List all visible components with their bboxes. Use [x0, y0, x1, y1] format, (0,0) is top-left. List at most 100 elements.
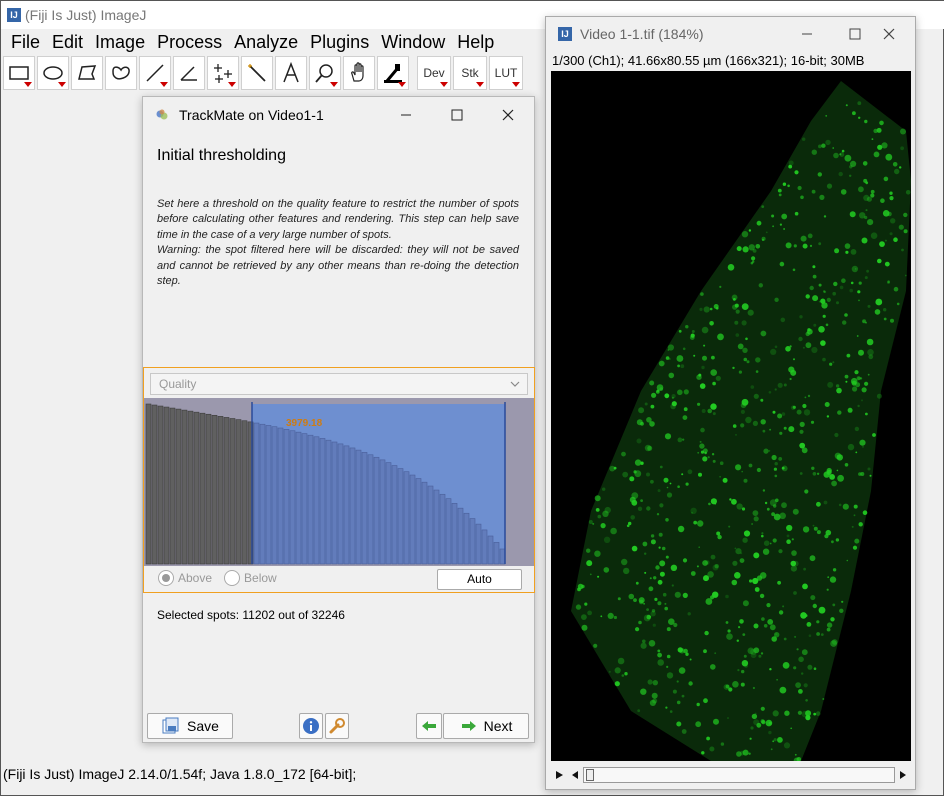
hand-tool[interactable] [343, 56, 375, 90]
stk-label: Stk [461, 66, 479, 80]
histogram-bar [385, 462, 392, 565]
scroll-thumb[interactable] [586, 769, 594, 781]
menu-help[interactable]: Help [451, 32, 500, 53]
lut-tool[interactable]: LUT [489, 56, 523, 90]
settings-button[interactable] [325, 713, 349, 739]
maximize-icon [451, 109, 463, 121]
histogram-bar [253, 422, 260, 565]
video-close-button[interactable] [866, 17, 912, 51]
trackmate-dialog: TrackMate on Video1-1 Initial thresholdi… [142, 96, 535, 743]
histogram-bar [493, 542, 500, 565]
wand-icon [248, 64, 266, 82]
fiji-logo-icon: IJ [558, 27, 572, 41]
radio-below-label: Below [244, 571, 277, 585]
close-button[interactable] [485, 97, 531, 133]
text-icon [283, 61, 299, 83]
rectangle-tool[interactable] [3, 56, 35, 90]
dropper-tool[interactable] [377, 56, 409, 90]
histogram-bar [463, 512, 470, 565]
histogram-bar [487, 535, 494, 565]
scroll-track[interactable] [583, 767, 895, 783]
hand-icon [351, 62, 364, 82]
menu-edit[interactable]: Edit [46, 32, 89, 53]
freehand-icon [112, 66, 130, 80]
polygon-tool[interactable] [71, 56, 103, 90]
description-text: Set here a threshold on the quality feat… [157, 198, 519, 288]
menu-file[interactable]: File [5, 32, 46, 53]
histogram-bar [271, 426, 278, 565]
text-tool[interactable] [275, 56, 307, 90]
radio-above-label: Above [178, 571, 213, 585]
panel-description: Set here a threshold on the quality feat… [157, 197, 519, 289]
histogram-bar [283, 429, 290, 565]
next-button[interactable]: Next [443, 713, 529, 739]
angle-tool[interactable] [173, 56, 205, 90]
image-canvas[interactable] [551, 71, 911, 761]
freehand-tool[interactable] [105, 56, 137, 90]
auto-button[interactable]: Auto [437, 569, 522, 590]
info-button[interactable] [299, 713, 323, 739]
magnifier-tool[interactable] [309, 56, 341, 90]
menubar: File Edit Image Process Analyze Plugins … [1, 30, 500, 54]
minimize-icon [401, 114, 411, 116]
status-bar: (Fiji Is Just) ImageJ 2.14.0/1.54f; Java… [3, 766, 357, 782]
cell-image [571, 81, 911, 761]
histogram-bar [445, 498, 452, 565]
save-button[interactable]: Save [147, 713, 233, 739]
frame-scrollbar[interactable] [551, 766, 911, 784]
panel-heading: Initial thresholding [157, 147, 286, 164]
histogram-bar [469, 518, 476, 565]
oval-tool[interactable] [37, 56, 69, 90]
maximize-icon [849, 28, 861, 40]
menu-window[interactable]: Window [375, 32, 451, 53]
wand-tool[interactable] [241, 56, 273, 90]
menu-plugins[interactable]: Plugins [304, 32, 375, 53]
menu-image[interactable]: Image [89, 32, 151, 53]
polygon-icon [78, 65, 97, 80]
histogram-bar [337, 443, 344, 565]
toolbar: Dev Stk LUT [3, 55, 523, 91]
play-icon[interactable] [551, 766, 567, 784]
histogram-bar [415, 478, 422, 565]
threshold-direction: Above Below [158, 570, 277, 586]
trackmate-logo-icon [156, 109, 168, 120]
histogram-bar [421, 481, 428, 565]
maximize-button[interactable] [434, 97, 480, 133]
menu-analyze[interactable]: Analyze [228, 32, 304, 53]
back-button[interactable] [416, 713, 442, 739]
quality-histogram[interactable]: 3979.18 [144, 398, 534, 566]
histogram-bar [343, 445, 350, 565]
video-titlebar: IJ Video 1-1.tif (184%) [546, 17, 915, 51]
selected-spots-count: Selected spots: 11202 out of 32246 [157, 608, 345, 622]
radio-above[interactable] [158, 570, 174, 586]
minimize-button[interactable] [383, 97, 429, 133]
histogram-bar [187, 410, 194, 565]
next-label: Next [483, 718, 513, 734]
histogram-bar [295, 431, 302, 565]
dev-tool[interactable]: Dev [417, 56, 451, 90]
multipoint-tool[interactable] [207, 56, 239, 90]
menu-process[interactable]: Process [151, 32, 228, 53]
histogram-bar [319, 438, 326, 565]
histogram-bar [229, 418, 236, 565]
histogram-bar [481, 529, 488, 565]
scroll-right-icon[interactable] [895, 766, 911, 784]
histogram-bar [235, 419, 242, 565]
stk-tool[interactable]: Stk [453, 56, 487, 90]
histogram-bar [355, 449, 362, 565]
radio-below[interactable] [224, 570, 241, 586]
video-minimize-button[interactable] [784, 17, 830, 51]
close-icon [502, 109, 514, 121]
histogram-bar [397, 468, 404, 565]
wrench-icon [329, 718, 345, 734]
histogram-bar [169, 407, 176, 565]
histogram-bar [301, 433, 308, 565]
info-icon [303, 718, 319, 734]
histogram-bar [361, 452, 368, 565]
histogram-bar [403, 471, 410, 565]
histogram-bar [373, 456, 380, 565]
histogram-bar [325, 439, 332, 565]
feature-select-value: Quality [159, 377, 197, 391]
line-tool[interactable] [139, 56, 171, 90]
scroll-left-icon[interactable] [567, 766, 583, 784]
